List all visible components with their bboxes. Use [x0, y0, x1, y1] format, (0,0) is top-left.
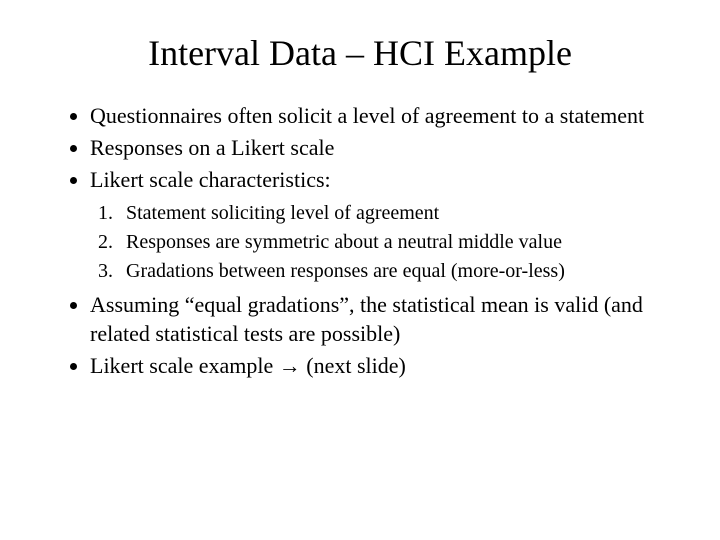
- bullet-text: (next slide): [301, 353, 406, 378]
- bullet-item: Likert scale characteristics:: [90, 166, 672, 194]
- bullet-item: Assuming “equal gradations”, the statist…: [90, 291, 672, 347]
- numbered-list: Statement soliciting level of agreement …: [48, 200, 672, 285]
- slide: Interval Data – HCI Example Questionnair…: [0, 0, 720, 540]
- numbered-item: Responses are symmetric about a neutral …: [118, 229, 672, 256]
- bullet-list: Questionnaires often solicit a level of …: [48, 102, 672, 194]
- bullet-text: Likert scale example: [90, 353, 279, 378]
- arrow-icon: →: [279, 353, 301, 378]
- slide-title: Interval Data – HCI Example: [48, 32, 672, 74]
- numbered-item: Statement soliciting level of agreement: [118, 200, 672, 227]
- bullet-list-continued: Assuming “equal gradations”, the statist…: [48, 291, 672, 379]
- bullet-item: Responses on a Likert scale: [90, 134, 672, 162]
- numbered-item: Gradations between responses are equal (…: [118, 258, 672, 285]
- bullet-item: Likert scale example → (next slide): [90, 352, 672, 380]
- bullet-item: Questionnaires often solicit a level of …: [90, 102, 672, 130]
